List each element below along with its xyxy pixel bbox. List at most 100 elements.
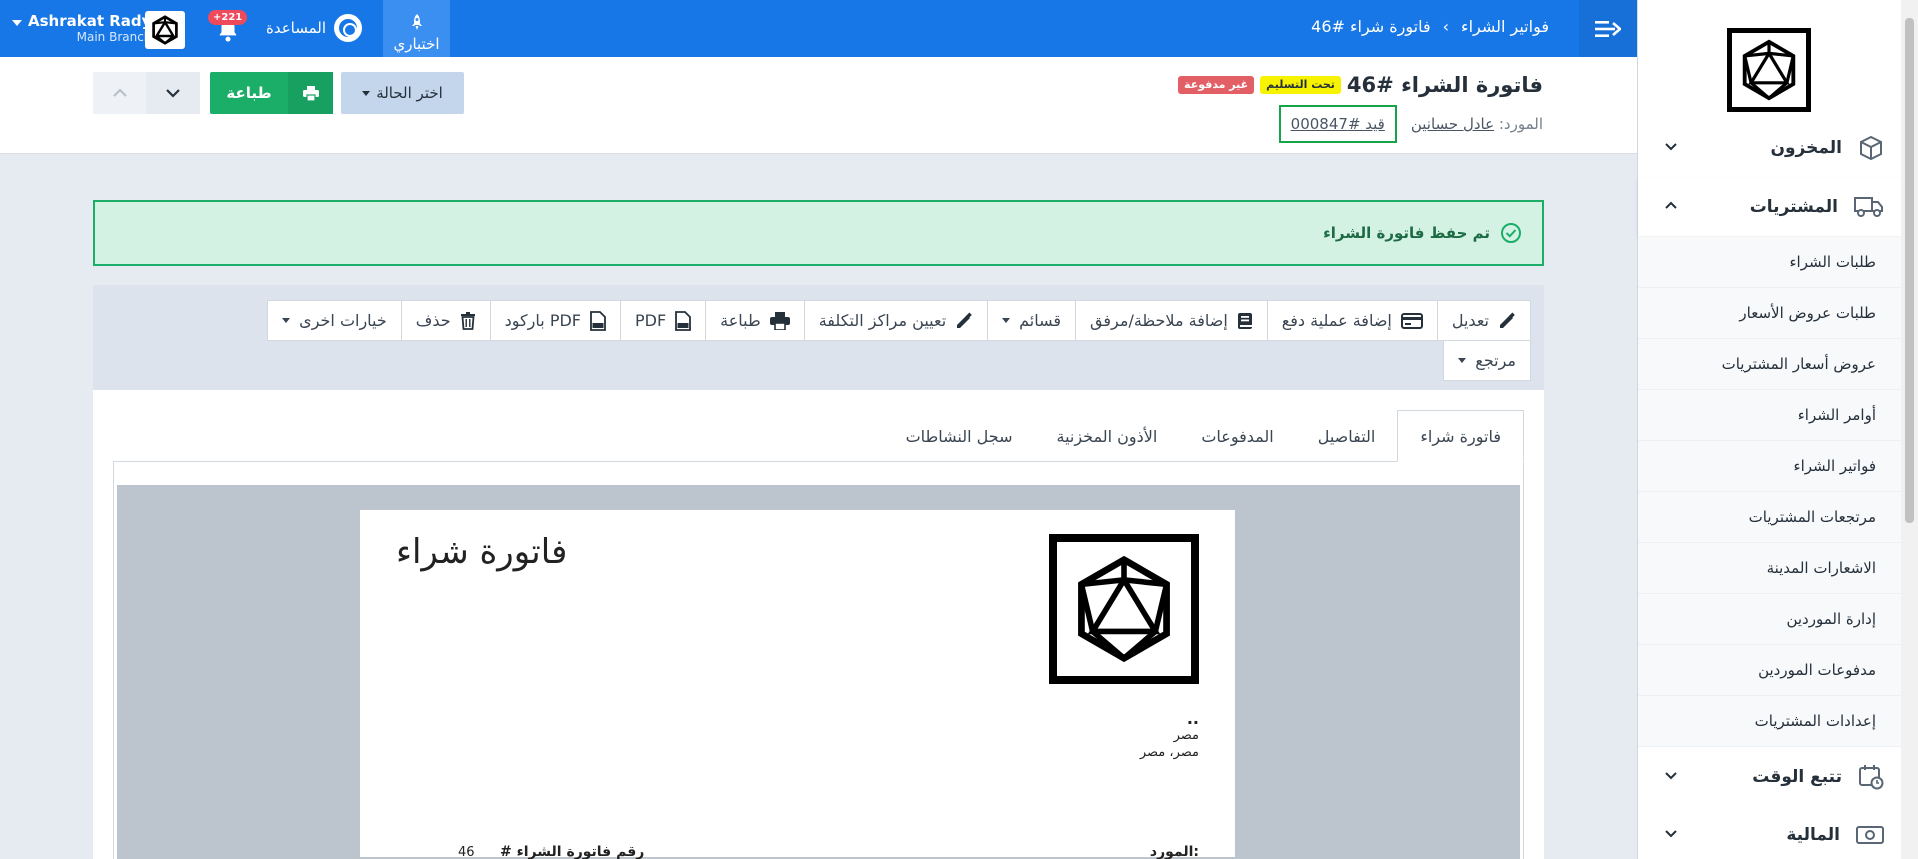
document-title: فاتورة شراء — [396, 532, 568, 572]
sidebar-scrollbar[interactable] — [1901, 0, 1918, 859]
sidebar-subitem-purchase-quotations[interactable]: عروض أسعار المشتريات — [1638, 339, 1902, 390]
sidebar-logo[interactable] — [1727, 28, 1811, 112]
pencil-icon — [1500, 312, 1515, 328]
lists-dropdown[interactable]: قسائم — [987, 300, 1077, 341]
sidebar-item-purchases[interactable]: المشتريات — [1638, 178, 1902, 236]
lifebuoy-icon — [334, 14, 363, 42]
delete-label: حذف — [415, 311, 451, 330]
trash-icon — [460, 311, 475, 330]
company-name: .. — [1186, 709, 1199, 728]
sidebar-scrollbar-thumb[interactable] — [1905, 18, 1914, 523]
pdf-label: PDF — [634, 311, 667, 330]
page-header: فاتورة الشراء #46 تحت التسليم غير مدفوعة… — [0, 57, 1637, 154]
sidebar-subitem-purchase-invoices[interactable]: فواتير الشراء — [1638, 441, 1902, 492]
next-record-button[interactable] — [146, 72, 200, 114]
pencil-icon — [957, 312, 972, 328]
truck-icon — [1854, 197, 1883, 217]
tabs: فاتورة شراء التفاصيل المدفوعات الأذون ال… — [884, 410, 1524, 462]
breadcrumb-current: فاتورة شراء #46 — [1311, 17, 1431, 36]
sidebar-subitem-suppliers-management[interactable]: إدارة الموردين — [1638, 594, 1902, 645]
invoice-number: #46 — [1346, 73, 1394, 97]
calendar-clock-icon — [1859, 765, 1884, 790]
top-bar: Ashrakat Rady Main Branch +221 المساعدة … — [0, 0, 1637, 57]
toolbar-print-label: طباعة — [720, 311, 761, 330]
invoice-panel: فاتورة شراء التفاصيل المدفوعات الأذون ال… — [93, 390, 1544, 859]
breadcrumb-purchase-invoices[interactable]: فواتير الشراء — [1461, 17, 1549, 36]
edit-button[interactable]: تعديل — [1436, 300, 1531, 341]
user-menu[interactable]: Ashrakat Rady Main Branch — [12, 12, 151, 45]
page-title: فاتورة الشراء #46 — [1347, 73, 1543, 97]
print-button[interactable]: طباعة — [210, 72, 333, 114]
select-status-label: اختر الحالة — [376, 84, 443, 102]
branch-name: Main Branch — [76, 30, 152, 44]
sidebar-item-finance[interactable]: المالية — [1638, 806, 1902, 859]
previous-record-button[interactable] — [93, 72, 146, 114]
edit-label: تعديل — [1451, 311, 1489, 330]
assign-cost-centers-button[interactable]: تعيين مراكز التكلفة — [803, 300, 989, 341]
journal-entry-link[interactable]: قيد #000847 — [1278, 105, 1397, 143]
printer-icon — [769, 311, 790, 330]
tab-purchase-invoice[interactable]: فاتورة شراء — [1397, 410, 1524, 462]
check-circle-icon — [1501, 223, 1521, 243]
sidebar-item-time-tracking[interactable]: تتبع الوقت — [1638, 748, 1902, 806]
invoice-document: فاتورة شراء .. مصر مصر، مصر المورد: رقم … — [360, 510, 1235, 859]
lists-label: قسائم — [1019, 311, 1062, 330]
add-payment-button[interactable]: إضافة عملية دفع — [1266, 300, 1438, 341]
chevron-up-icon — [1665, 201, 1677, 209]
success-alert: تم حفظ فاتورة الشراء — [93, 200, 1544, 266]
box-icon — [1860, 135, 1882, 161]
chevron-down-icon — [1665, 772, 1677, 780]
trial-button[interactable]: اختباري — [383, 0, 450, 57]
notification-badge: +221 — [208, 10, 248, 25]
sidebar-subitem-rfq[interactable]: طلبات عروض الأسعار — [1638, 288, 1902, 339]
delete-button[interactable]: حذف — [400, 300, 491, 341]
pdf-button[interactable]: PDF — [619, 300, 707, 341]
breadcrumb-separator: › — [1442, 17, 1450, 36]
tab-activity-log[interactable]: سجل النشاطات — [884, 410, 1035, 462]
tab-details[interactable]: التفاصيل — [1296, 410, 1398, 462]
company-logo[interactable] — [145, 11, 185, 49]
rocket-icon — [411, 14, 422, 30]
returned-label: مرتجع — [1475, 351, 1516, 370]
company-address: .. مصر مصر، مصر — [1140, 710, 1199, 761]
breadcrumb: فواتير الشراء › فاتورة شراء #46 — [1311, 17, 1549, 36]
help-button[interactable]: المساعدة — [266, 14, 363, 42]
chevron-down-icon — [166, 89, 180, 98]
sidebar-subitem-purchase-settings[interactable]: إعدادات المشتريات — [1638, 696, 1902, 747]
sidebar-subitem-debit-notes[interactable]: الاشعارات المدينة — [1638, 543, 1902, 594]
tab-payments[interactable]: المدفوعات — [1179, 410, 1295, 462]
sidebar-label-time-tracking: تتبع الوقت — [1752, 767, 1842, 787]
supplier-label: المورد: — [1498, 115, 1543, 133]
select-status-button[interactable]: اختر الحالة — [341, 72, 464, 114]
icosahedron-logo-icon — [152, 15, 178, 45]
toolbar-print-button[interactable]: طباعة — [705, 300, 805, 341]
chevron-up-icon — [112, 88, 127, 97]
sidebar-toggle-button[interactable] — [1579, 0, 1637, 57]
returned-dropdown[interactable]: مرتجع — [1443, 340, 1531, 381]
money-icon — [1856, 826, 1884, 844]
sidebar-label-finance: المالية — [1786, 825, 1840, 845]
sidebar-subitem-purchase-requests[interactable]: طلبات الشراء — [1638, 237, 1902, 288]
sidebar-item-inventory[interactable]: المخزون — [1638, 119, 1902, 177]
pdf-barcode-button[interactable]: PDF باركود — [489, 300, 621, 341]
preview-background: فاتورة شراء .. مصر مصر، مصر المورد: رقم … — [117, 485, 1520, 859]
print-label: طباعة — [226, 84, 272, 102]
supplier-link[interactable]: عادل حسانين — [1411, 115, 1494, 133]
printer-icon — [288, 72, 333, 114]
sidebar-subitem-supplier-payments[interactable]: مدفوعات الموردين — [1638, 645, 1902, 696]
address-line-1: مصر — [1173, 728, 1199, 743]
document-logo — [1049, 534, 1199, 684]
tab-stock-permissions[interactable]: الأذون المخزنية — [1034, 410, 1179, 462]
delivery-status-badge: تحت التسليم — [1260, 76, 1341, 94]
pdf-file-icon — [590, 310, 606, 331]
page-title-text: فاتورة الشراء — [1401, 73, 1543, 97]
sidebar-subitem-purchase-returns[interactable]: مرتجعات المشتريات — [1638, 492, 1902, 543]
sidebar-label-purchases: المشتريات — [1749, 197, 1838, 217]
document-invoice-number-value: 46 — [458, 845, 475, 859]
add-note-attachment-button[interactable]: إضافة ملاحظة/مرفق — [1075, 300, 1268, 341]
sidebar-subitem-purchase-orders[interactable]: أوامر الشراء — [1638, 390, 1902, 441]
chevron-down-icon — [1665, 830, 1677, 838]
sidebar-label-inventory: المخزون — [1770, 138, 1842, 158]
credit-card-icon — [1400, 312, 1423, 329]
more-options-dropdown[interactable]: خيارات اخرى — [267, 300, 402, 341]
